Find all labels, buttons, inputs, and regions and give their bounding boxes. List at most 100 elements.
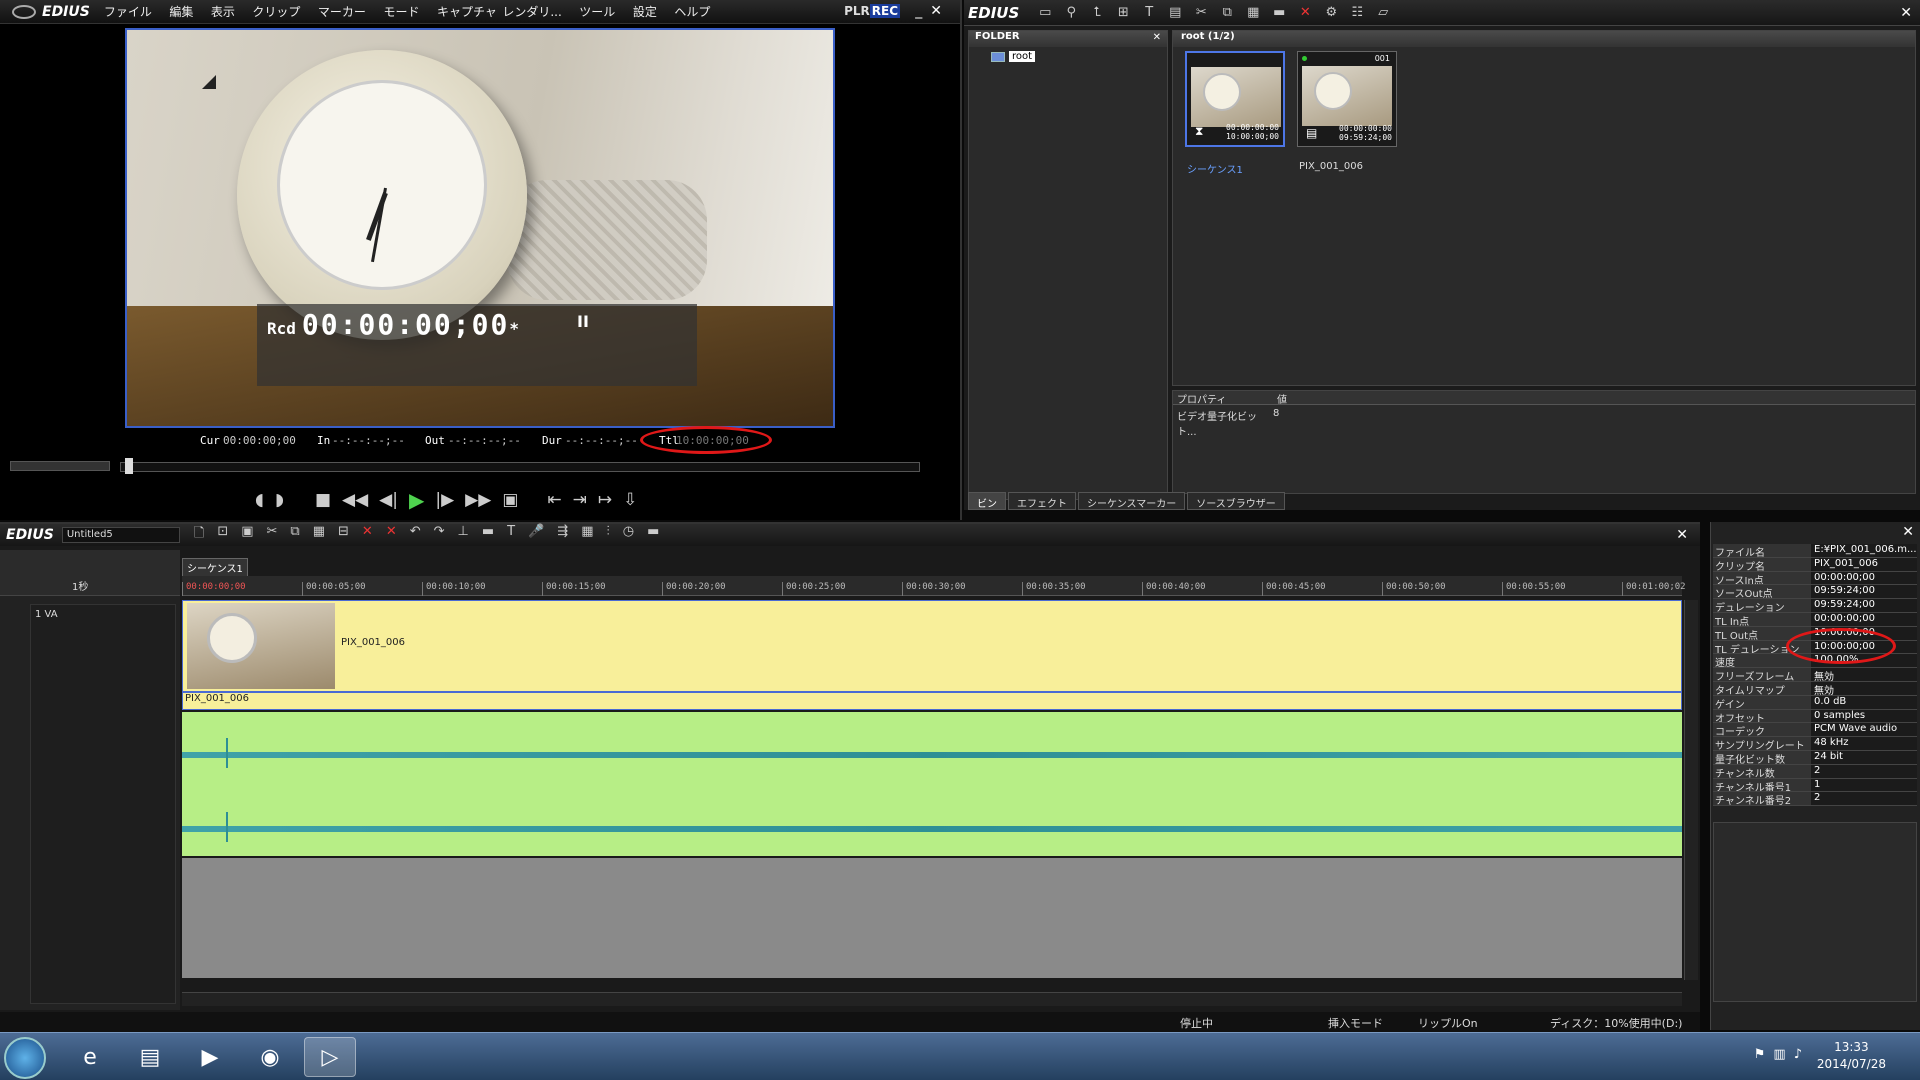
network-icon[interactable]: ▥	[1773, 1047, 1793, 1062]
timeline-vertical-scrollbar[interactable]	[1684, 600, 1698, 980]
split-icon[interactable]: ⊥	[458, 524, 469, 546]
cut-icon[interactable]: ✂	[1193, 5, 1209, 21]
clip-card-sequence[interactable]: ⧗ 00:00:00:00 10:00:00;00	[1185, 51, 1285, 147]
paste-icon[interactable]: ▦	[1245, 5, 1261, 21]
set-in-icon[interactable]: ◖	[255, 490, 264, 510]
track-header[interactable]: 1 VA	[30, 604, 176, 1004]
status-insert-mode[interactable]: 挿入モード	[1328, 1015, 1383, 1031]
info-close-icon[interactable]: ✕	[1902, 524, 1914, 540]
add-to-timeline-icon[interactable]: ↦	[598, 490, 612, 510]
export-icon[interactable]: ⇩	[623, 490, 637, 510]
overwrite-icon[interactable]: ⇥	[573, 490, 587, 510]
copy-icon[interactable]: ⧉	[290, 524, 299, 546]
fast-forward-icon[interactable]: ▶▶	[465, 490, 491, 510]
redo-icon[interactable]: ↷	[434, 524, 445, 546]
title-icon[interactable]: T	[1141, 5, 1157, 21]
grid-icon[interactable]: ▦	[581, 524, 593, 546]
menu-help[interactable]: ヘルプ	[674, 5, 710, 19]
delete-icon[interactable]: ✕	[362, 524, 373, 546]
tab-effect[interactable]: エフェクト	[1008, 492, 1076, 510]
set-out-icon[interactable]: ◗	[275, 490, 284, 510]
ie-icon[interactable]: e	[64, 1037, 116, 1077]
timeline-close-icon[interactable]: ✕	[1676, 527, 1688, 543]
add-clip-icon[interactable]: ⊞	[1115, 5, 1131, 21]
minimize-icon[interactable]: _	[915, 3, 930, 19]
open-icon[interactable]: ▱	[1375, 5, 1391, 21]
video-clip[interactable]: PIX_001_006	[182, 600, 1682, 692]
tab-source-browser[interactable]: ソースブラウザー	[1187, 492, 1285, 510]
volume-icon[interactable]: ♪	[1794, 1047, 1810, 1062]
export-icon[interactable]: ⇶	[557, 524, 568, 546]
menu-mode[interactable]: モード	[383, 5, 419, 19]
folder-icon[interactable]: ▭	[1037, 5, 1053, 21]
plr-button[interactable]: PLR	[844, 4, 870, 18]
menu-capture[interactable]: キャプチャ	[437, 5, 497, 19]
loop-icon[interactable]: ▣	[502, 490, 518, 510]
menu-tools[interactable]: ツール	[579, 5, 615, 19]
step-back-icon[interactable]: ◀|	[379, 490, 398, 510]
menu-clip[interactable]: クリップ	[252, 5, 300, 19]
edius-taskbar-icon[interactable]: ▷	[304, 1037, 356, 1077]
position-knob[interactable]	[125, 458, 133, 474]
audio-clip-header[interactable]: PIX_001_006	[182, 692, 1682, 710]
plr-rec-switch[interactable]: PLR REC	[844, 4, 900, 18]
player-window-buttons[interactable]: _✕	[915, 3, 950, 19]
tab-bin[interactable]: ビン	[968, 492, 1006, 510]
position-bar[interactable]	[120, 462, 920, 472]
clock-icon[interactable]: ◷	[623, 524, 634, 546]
rec-button[interactable]: REC	[869, 4, 900, 18]
play-icon[interactable]: ▶	[409, 488, 424, 512]
jog-slider[interactable]	[10, 461, 110, 471]
copy-icon[interactable]: ⧉	[1219, 5, 1235, 21]
flag-icon[interactable]: ⚑	[1754, 1047, 1774, 1062]
mic-icon[interactable]: 🎤	[528, 524, 544, 546]
clip-name-sequence[interactable]: シーケンス1	[1187, 161, 1243, 176]
view-icon[interactable]: ☷	[1349, 5, 1365, 21]
layout-icon[interactable]: ▬	[647, 524, 659, 546]
tab-sequence-marker[interactable]: シーケンスマーカー	[1078, 492, 1186, 510]
open-project-icon[interactable]: ⊡	[217, 524, 228, 546]
paste-icon[interactable]: ▦	[313, 524, 325, 546]
menu-marker[interactable]: マーカー	[318, 5, 366, 19]
new-icon[interactable]: 🗋	[194, 524, 204, 546]
sequence-tab[interactable]: シーケンス1	[182, 558, 248, 577]
undo-icon[interactable]: ↶	[410, 524, 421, 546]
menu-view[interactable]: 表示	[211, 5, 235, 19]
ripple-delete-icon[interactable]: ✕	[386, 524, 397, 546]
taskbar-clock[interactable]: 13:33 2014/07/28	[1817, 1039, 1886, 1073]
clip-card-pix[interactable]: 001 ▤ 00:00:00:00 09:59:24;00	[1297, 51, 1397, 147]
media-player-icon[interactable]: ▶	[184, 1037, 236, 1077]
color-bar-icon[interactable]: ▤	[1167, 5, 1183, 21]
cut-icon[interactable]: ✂	[267, 524, 278, 546]
up-icon[interactable]: ⮤	[1089, 5, 1105, 21]
player-icon[interactable]: ▬	[1271, 5, 1287, 21]
menu-edit[interactable]: 編集	[169, 5, 193, 19]
save-icon[interactable]: ▣	[241, 524, 253, 546]
search-icon[interactable]: ⚲	[1063, 5, 1079, 21]
blend-icon[interactable]: ▬	[482, 524, 494, 546]
timeline-horizontal-scrollbar[interactable]	[182, 992, 1682, 1006]
folder-close-icon[interactable]: ✕	[1153, 32, 1161, 43]
status-ripple[interactable]: リップルOn	[1418, 1015, 1478, 1031]
menu-file[interactable]: ファイル	[104, 5, 152, 19]
clip-name-pix[interactable]: PIX_001_006	[1299, 161, 1363, 172]
bin-close-icon[interactable]: ✕	[1900, 5, 1912, 21]
replace-icon[interactable]: ⊟	[338, 524, 349, 546]
start-button[interactable]	[4, 1037, 46, 1079]
menu-render[interactable]: レンダリ...	[502, 5, 561, 19]
rewind-icon[interactable]: ◀◀	[342, 490, 368, 510]
title-icon[interactable]: T	[507, 524, 515, 546]
menu-settings[interactable]: 設定	[633, 5, 657, 19]
timeline-zoom[interactable]: 1秒	[72, 578, 88, 593]
insert-icon[interactable]: ⇤	[547, 490, 561, 510]
property-icon[interactable]: ⚙	[1323, 5, 1339, 21]
close-icon[interactable]: ✕	[930, 3, 950, 19]
folder-root[interactable]: root	[991, 51, 1167, 62]
stop-icon[interactable]: ■	[315, 490, 331, 510]
chrome-icon[interactable]: ◉	[244, 1037, 296, 1077]
mixer-icon[interactable]: ⫶	[607, 524, 610, 546]
explorer-icon[interactable]: ▤	[124, 1037, 176, 1077]
audio-waveform[interactable]	[182, 712, 1682, 856]
video-preview[interactable]: Rcd 00:00:00;00* II	[125, 28, 835, 428]
step-forward-icon[interactable]: |▶	[435, 490, 454, 510]
